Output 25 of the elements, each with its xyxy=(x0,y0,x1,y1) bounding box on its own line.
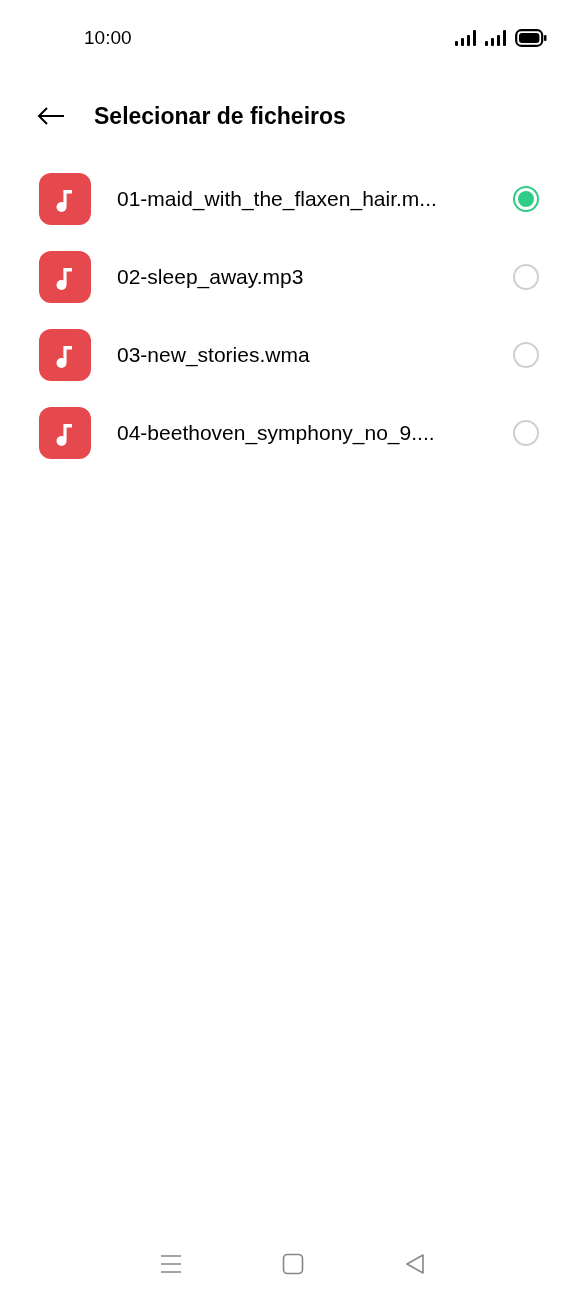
back-icon[interactable] xyxy=(404,1253,425,1275)
file-name: 01-maid_with_the_flaxen_hair.m... xyxy=(117,186,438,213)
signal-icon xyxy=(485,30,507,46)
file-name: 03-new_stories.wma xyxy=(117,342,311,369)
radio-button[interactable] xyxy=(513,186,539,212)
file-row[interactable]: 02-sleep_away.mp3 xyxy=(0,238,585,316)
signal-icon xyxy=(455,30,477,46)
file-row[interactable]: 04-beethoven_symphony_no_9.... xyxy=(0,394,585,472)
back-arrow-icon xyxy=(37,106,65,126)
music-note-icon xyxy=(39,407,91,459)
radio-button[interactable] xyxy=(513,420,539,446)
file-name: 04-beethoven_symphony_no_9.... xyxy=(117,420,436,447)
menu-icon[interactable] xyxy=(160,1254,183,1274)
file-row[interactable]: 01-maid_with_the_flaxen_hair.m... xyxy=(0,160,585,238)
file-row[interactable]: 03-new_stories.wma xyxy=(0,316,585,394)
radio-button[interactable] xyxy=(513,264,539,290)
status-time: 10:00 xyxy=(84,25,132,50)
battery-icon xyxy=(515,29,547,47)
page-title: Selecionar de ficheiros xyxy=(94,101,346,131)
radio-button[interactable] xyxy=(513,342,539,368)
file-name: 02-sleep_away.mp3 xyxy=(117,264,305,291)
home-icon[interactable] xyxy=(282,1253,305,1275)
music-note-icon xyxy=(39,173,91,225)
music-note-icon xyxy=(39,329,91,381)
music-note-icon xyxy=(39,251,91,303)
